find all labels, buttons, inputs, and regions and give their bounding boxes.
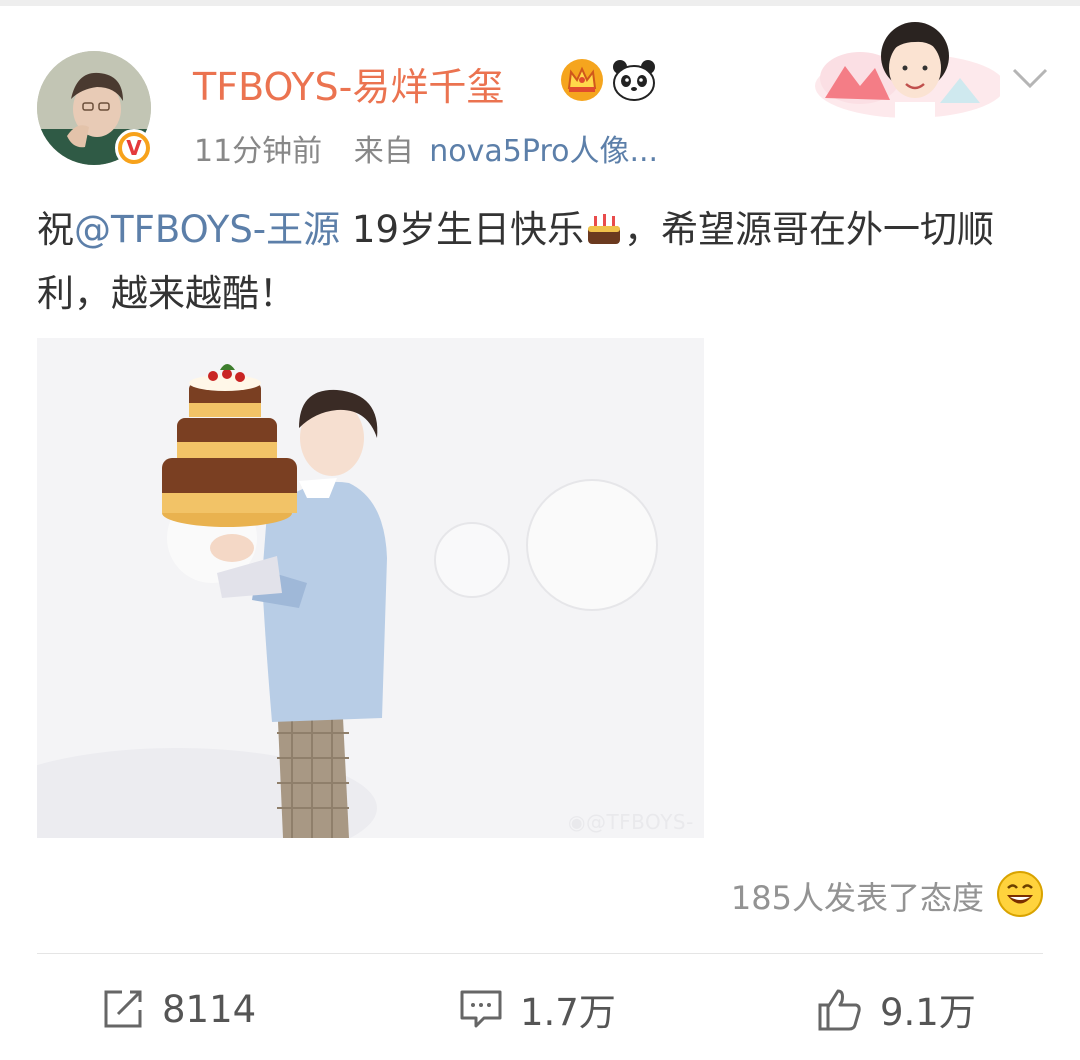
crown-icon: [561, 59, 603, 101]
mention-link[interactable]: @TFBOYS-王源: [74, 208, 340, 251]
like-button[interactable]: 9.1万: [816, 985, 976, 1034]
panda-icon: [613, 60, 655, 101]
thumbs-up-icon: [818, 989, 861, 1031]
post-source[interactable]: nova5Pro人像...: [429, 134, 658, 169]
card-decoration-image: [815, 22, 1000, 118]
repost-count: 8114: [162, 987, 257, 1031]
post-text-middle: 19岁生日快乐: [340, 208, 584, 251]
author-name[interactable]: TFBOYS-易烊千玺: [193, 56, 504, 111]
source-prefix: 来自: [353, 134, 414, 169]
top-strip: [0, 0, 1080, 6]
divider: [37, 953, 1043, 954]
photo-watermark: ◉@TFBOYS-: [568, 810, 694, 834]
cake-emoji-icon: [588, 214, 620, 244]
post-photo[interactable]: [37, 338, 704, 838]
verified-badge-icon: V: [115, 129, 153, 167]
repost-icon: [104, 990, 142, 1028]
post-text: 祝@TFBOYS-王源 19岁生日快乐 ，希望源哥在外一切顺利，越来越酷！: [37, 198, 1047, 326]
post-meta: 11分钟前 来自 nova5Pro人像...: [194, 126, 658, 170]
like-count: 9.1万: [880, 991, 976, 1034]
chevron-down-icon[interactable]: [1008, 62, 1052, 92]
smile-emoji-icon[interactable]: [996, 870, 1044, 918]
comment-count: 1.7万: [520, 991, 616, 1034]
comment-icon: [460, 990, 502, 1028]
post-time: 11分钟前: [194, 134, 323, 169]
attitude-count[interactable]: 185人发表了态度: [731, 873, 984, 919]
repost-button[interactable]: 8114: [100, 985, 256, 1033]
post-text-prefix: 祝: [37, 208, 74, 251]
comment-button[interactable]: 1.7万: [458, 985, 616, 1034]
weibo-logo-icon: ◉: [568, 810, 586, 834]
